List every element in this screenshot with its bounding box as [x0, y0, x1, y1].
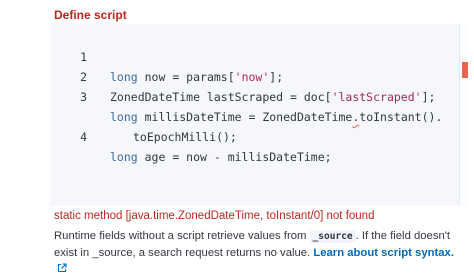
section-title: Define script [54, 8, 127, 22]
code-line: 3 long millisDateTime = ZonedDateTime.to… [50, 67, 455, 124]
editor-scrollbar[interactable] [459, 24, 468, 206]
line-number: 4 [80, 130, 87, 144]
script-editor[interactable]: 1 long now = params['now']; 2 ZonedDateT… [50, 24, 468, 206]
source-code-token: _source [309, 230, 356, 243]
code-text: age = now - millisDateTime; [137, 150, 332, 164]
link-label: Learn about script syntax. [313, 247, 454, 259]
code-text: toEpochMilli(); [133, 130, 237, 144]
error-message: static method [java.time.ZonedDateTime, … [54, 210, 375, 222]
code-keyword: long [110, 150, 138, 164]
code-line: 4 long age = now - millisDateTime; [50, 107, 455, 164]
help-prefix: Runtime fields without a script retrieve… [54, 230, 310, 242]
code-area[interactable]: 1 long now = params['now']; 2 ZonedDateT… [50, 27, 455, 164]
code-line-wrapped: toEpochMilli(); [50, 87, 455, 144]
code-line: 1 long now = params['now']; [50, 27, 455, 84]
code-line: 2 ZonedDateTime lastScraped = doc['lastS… [50, 47, 455, 104]
help-text: Runtime fields without a script retrieve… [54, 228, 464, 278]
external-link-icon [57, 262, 67, 278]
error-marker[interactable] [462, 62, 468, 78]
